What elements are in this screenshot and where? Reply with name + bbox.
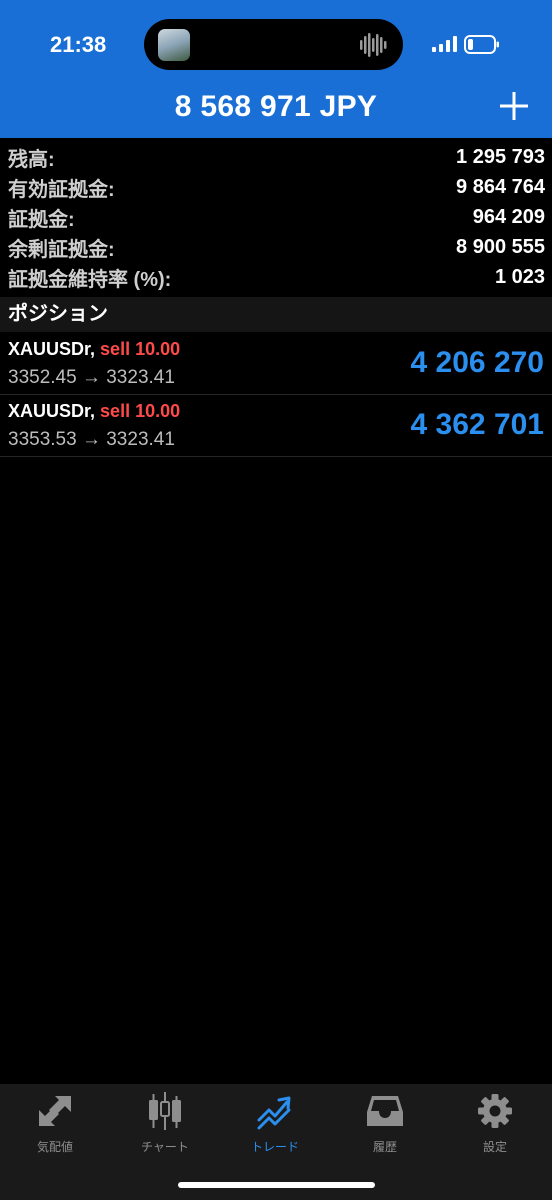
position-symbol-text: XAUUSDr, (8, 339, 96, 359)
position-symbol: XAUUSDr, sell 10.00 (8, 401, 180, 422)
settings-gear-icon (478, 1094, 512, 1128)
tab-label: チャート (141, 1140, 189, 1154)
positions-section-header: ポジション (0, 297, 552, 332)
summary-value: 964 209 (472, 205, 545, 228)
position-row[interactable]: XAUUSDr, sell 10.00 3352.45 → 3323.41 4 … (0, 333, 552, 395)
summary-row-balance: 残高: 1 295 793 (0, 142, 552, 172)
tab-settings[interactable]: 設定 (440, 1092, 550, 1156)
now-playing-thumbnail (158, 29, 190, 61)
tab-label: トレード (250, 1140, 299, 1154)
summary-row-margin: 証拠金: 964 209 (0, 202, 552, 232)
history-inbox-icon (367, 1096, 403, 1126)
position-profit: 4 206 270 (410, 346, 544, 379)
position-prices: 3353.53 → 3323.41 (8, 429, 175, 450)
audio-waveform-icon (360, 33, 387, 57)
tab-history[interactable]: 履歴 (330, 1092, 440, 1156)
app-header: 21:38 8 568 971 JPY (0, 0, 552, 138)
position-profit: 4 362 701 (410, 408, 544, 441)
tab-label: 気配値 (36, 1140, 73, 1154)
summary-row-free-margin: 余剰証拠金: 8 900 555 (0, 232, 552, 262)
summary-label: 有効証拠金: (8, 178, 115, 201)
quotes-arrows-icon (39, 1096, 71, 1126)
position-row[interactable]: XAUUSDr, sell 10.00 3353.53 → 3323.41 4 … (0, 395, 552, 457)
position-symbol-text: XAUUSDr, (8, 401, 96, 421)
home-indicator (178, 1182, 375, 1188)
account-summary: 残高: 1 295 793 有効証拠金: 9 864 764 証拠金: 964 … (0, 142, 552, 292)
summary-value: 1 023 (494, 265, 545, 288)
account-balance-title: 8 568 971 JPY (174, 90, 378, 123)
status-time: 21:38 (50, 32, 107, 57)
summary-row-equity: 有効証拠金: 9 864 764 (0, 172, 552, 202)
trade-trend-icon (257, 1096, 291, 1130)
summary-row-margin-level: 証拠金維持率 (%): 1 023 (0, 262, 552, 292)
dynamic-island[interactable] (144, 19, 403, 70)
summary-value: 1 295 793 (456, 145, 545, 168)
positions-list: XAUUSDr, sell 10.00 3352.45 → 3323.41 4 … (0, 333, 552, 457)
position-prices: 3352.45 → 3323.41 (8, 367, 175, 388)
position-symbol: XAUUSDr, sell 10.00 (8, 339, 180, 360)
summary-label: 証拠金維持率 (%): (8, 268, 172, 291)
tab-label: 履歴 (372, 1140, 397, 1154)
tab-trade[interactable]: トレード (220, 1092, 330, 1156)
tab-label: 設定 (482, 1140, 507, 1154)
summary-label: 残高: (8, 148, 55, 171)
summary-label: 余剰証拠金: (8, 238, 115, 261)
position-side: sell 10.00 (100, 401, 181, 421)
position-side: sell 10.00 (100, 339, 181, 359)
tab-chart[interactable]: チャート (110, 1092, 220, 1156)
add-order-button[interactable] (500, 92, 528, 120)
candlestick-chart-icon (149, 1092, 181, 1130)
summary-label: 証拠金: (8, 208, 75, 231)
tab-quotes[interactable]: 気配値 (0, 1092, 110, 1156)
summary-value: 8 900 555 (456, 235, 545, 258)
cellular-signal-icon (432, 36, 457, 52)
summary-value: 9 864 764 (456, 175, 545, 198)
battery-icon (464, 35, 499, 54)
